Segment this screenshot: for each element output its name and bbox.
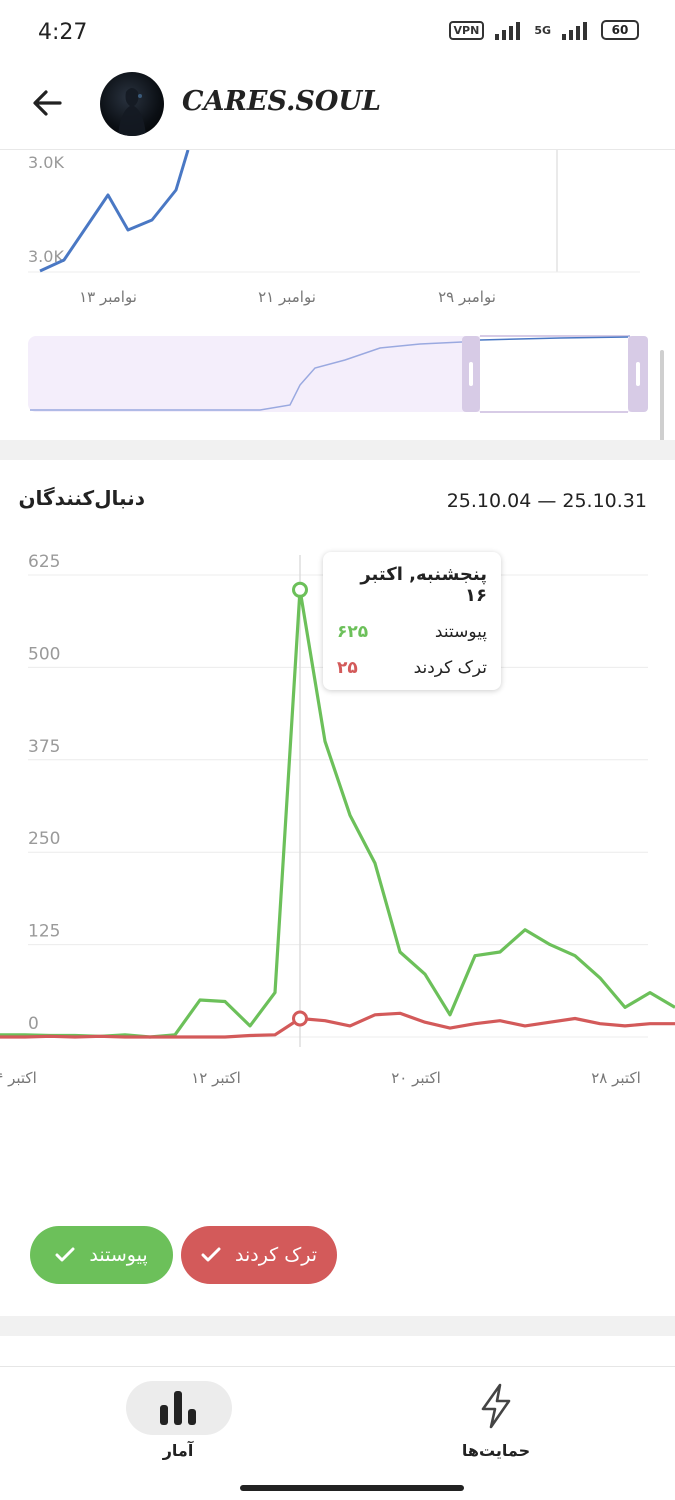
date-range[interactable]: 25.10.04 — 25.10.31 bbox=[447, 490, 647, 512]
x-tick-label: اکتبر ۱۲ bbox=[191, 1069, 241, 1087]
y-tick-label: 625 bbox=[28, 552, 60, 572]
x-tick-label: اکتبر ۲۸ bbox=[591, 1069, 641, 1087]
series-line-1 bbox=[0, 1011, 675, 1039]
tooltip-joined-label: پیوستند bbox=[434, 622, 487, 642]
check-icon bbox=[201, 1247, 221, 1262]
handle-grip bbox=[636, 362, 640, 386]
followers-title: دنبال‌کنندگان bbox=[18, 486, 145, 510]
y-tick-label: 500 bbox=[28, 644, 60, 664]
channel-avatar[interactable] bbox=[100, 72, 164, 136]
app-bar: CARES.SOUL bbox=[0, 64, 675, 150]
section-separator bbox=[0, 1316, 675, 1336]
top-navigator-window[interactable] bbox=[480, 336, 628, 412]
vpn-icon: VPN bbox=[448, 20, 485, 40]
signal-icon-2 bbox=[562, 22, 587, 40]
section-separator bbox=[0, 440, 675, 460]
avatar-figure-icon bbox=[118, 88, 146, 136]
x-tick-label: اکتبر ۲۰ bbox=[391, 1069, 441, 1087]
y-tick-label: 375 bbox=[28, 737, 60, 757]
battery-icon: 60 bbox=[601, 20, 639, 40]
top-chart-xtick: نوامبر ۲۹ bbox=[438, 288, 496, 306]
y-tick-label: 125 bbox=[28, 922, 60, 942]
tooltip-left-label: ترک کردند bbox=[413, 658, 487, 678]
tooltip-left-row: ترک کردند ۲۵ bbox=[337, 658, 487, 678]
y-tick-label: 0 bbox=[28, 1014, 39, 1034]
bottom-nav: آمار حمایت‌ها bbox=[0, 1366, 675, 1500]
legend-left-button[interactable]: ترک کردند bbox=[181, 1226, 337, 1284]
bar-chart-icon[interactable] bbox=[158, 1389, 198, 1427]
tooltip-joined-row: پیوستند ۶۲۵ bbox=[337, 622, 487, 642]
status-time: 4:27 bbox=[38, 20, 88, 45]
tooltip-joined-value: ۶۲۵ bbox=[337, 622, 369, 642]
tooltip-date: پنجشنبه, اکتبر ۱۶ bbox=[360, 564, 487, 606]
status-icons: VPN 5G 60 bbox=[448, 20, 639, 40]
hover-point-0 bbox=[292, 581, 308, 598]
legend-joined-label: پیوستند bbox=[89, 1244, 148, 1266]
y-tick-label: 250 bbox=[28, 829, 60, 849]
chart-tooltip: پنجشنبه, اکتبر ۱۶ پیوستند ۶۲۵ ترک کردند … bbox=[323, 552, 501, 690]
nav-stats-label[interactable]: آمار bbox=[150, 1441, 206, 1460]
top-chart-xtick: نوامبر ۲۱ bbox=[258, 288, 316, 306]
signal-icon bbox=[495, 22, 521, 40]
top-chart-ytick: 3.0K bbox=[28, 153, 64, 172]
lightning-icon[interactable] bbox=[478, 1383, 514, 1429]
back-arrow-icon[interactable] bbox=[30, 86, 64, 120]
top-chart-xtick: نوامبر ۱۳ bbox=[79, 288, 137, 306]
x-tick-label: اکتبر ۴ bbox=[0, 1069, 37, 1087]
legend-left-label: ترک کردند bbox=[234, 1244, 318, 1266]
handle-grip bbox=[469, 362, 473, 386]
hover-point-1 bbox=[292, 1010, 308, 1027]
legend-joined-button[interactable]: پیوستند bbox=[30, 1226, 173, 1284]
network-type-icon: 5G bbox=[534, 23, 551, 37]
top-chart: 3.0K 3.0K نوامبر ۱۳ نوامبر ۲۱ نوامبر ۲۹ bbox=[28, 150, 648, 413]
check-icon bbox=[55, 1247, 75, 1262]
channel-title: CARES.SOUL bbox=[182, 86, 381, 117]
home-indicator bbox=[240, 1485, 464, 1491]
nav-boosts-label[interactable]: حمایت‌ها bbox=[450, 1441, 542, 1460]
status-bar: 4:27 VPN 5G 60 bbox=[0, 0, 675, 64]
tooltip-left-value: ۲۵ bbox=[337, 658, 358, 678]
